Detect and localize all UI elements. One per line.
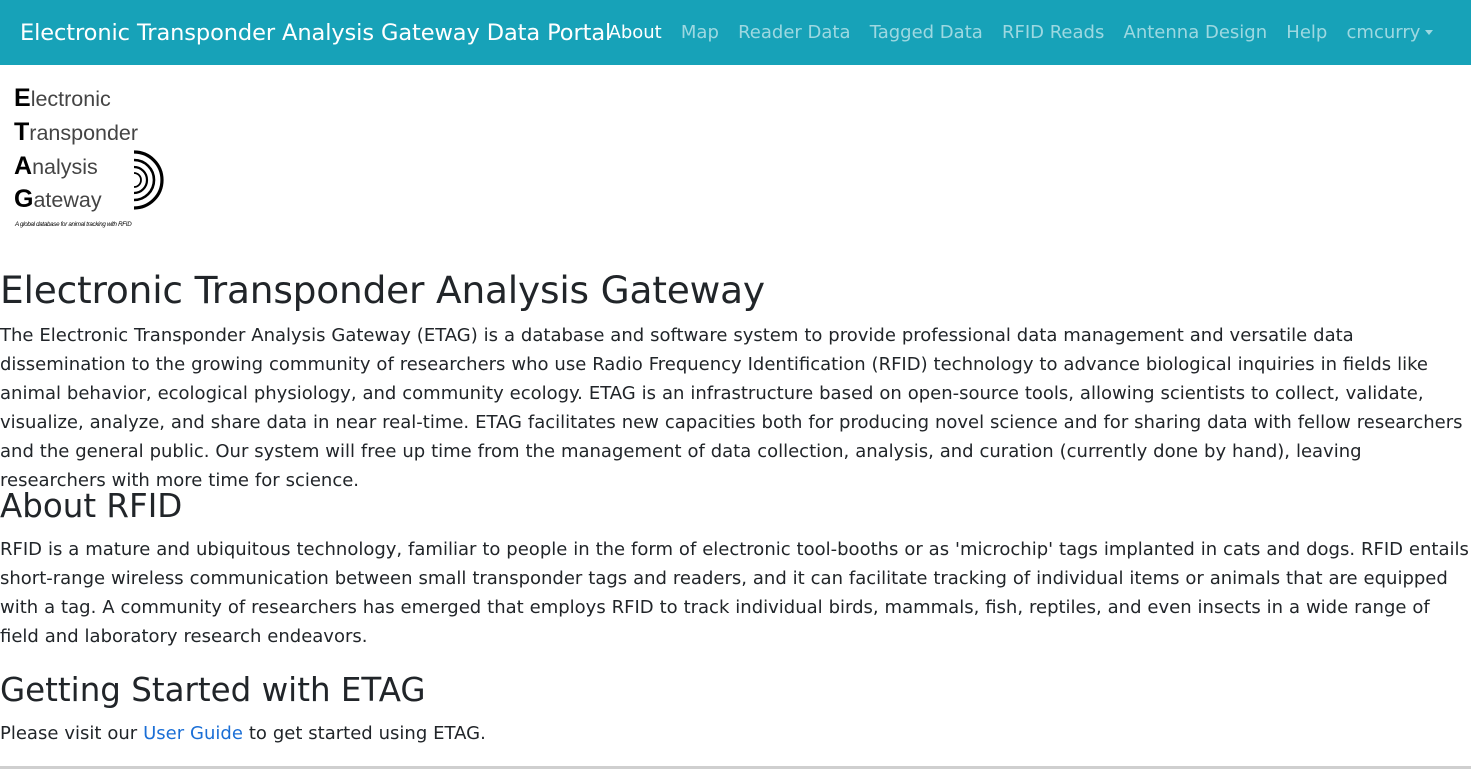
getting-started-suffix: to get started using ETAG. xyxy=(242,723,486,744)
getting-started-prefix: Please visit our xyxy=(0,723,144,744)
user-guide-link[interactable]: User Guide xyxy=(143,723,243,744)
caret-down-icon xyxy=(1425,30,1434,35)
nav-link-map[interactable]: Map xyxy=(671,22,728,43)
top-navbar: Electronic Transponder Analysis Gateway … xyxy=(0,0,1471,65)
nav-link-help[interactable]: Help xyxy=(1277,22,1337,43)
rfid-waves-icon xyxy=(133,150,164,210)
nav-link-tagged-data[interactable]: Tagged Data xyxy=(860,22,992,43)
logo-line-transponder: Transponder xyxy=(14,118,139,146)
etag-logo: Electronic Transponder Analysis Gateway … xyxy=(14,82,174,234)
about-rfid-paragraph: RFID is a mature and ubiquitous technolo… xyxy=(0,539,1469,647)
page-title: Electronic Transponder Analysis Gateway xyxy=(0,268,765,312)
nav-link-rfid-reads[interactable]: RFID Reads xyxy=(992,22,1114,43)
nav-link-antenna-design[interactable]: Antenna Design xyxy=(1114,22,1277,43)
nav-links: About Map Reader Data Tagged Data RFID R… xyxy=(599,0,1443,65)
about-rfid-heading: About RFID xyxy=(0,487,183,525)
user-menu-dropdown[interactable]: cmcurry xyxy=(1337,22,1443,43)
logo-line-analysis: Analysis xyxy=(14,152,98,180)
nav-link-reader-data[interactable]: Reader Data xyxy=(729,22,861,43)
intro-paragraph: The Electronic Transponder Analysis Gate… xyxy=(0,325,1463,491)
logo-line-gateway: Gateway xyxy=(14,185,102,213)
getting-started-heading: Getting Started with ETAG xyxy=(0,671,426,709)
navbar-brand[interactable]: Electronic Transponder Analysis Gateway … xyxy=(20,0,611,65)
logo-line-electronic: Electronic xyxy=(14,84,111,112)
getting-started-paragraph: Please visit our User Guide to get start… xyxy=(0,719,1471,748)
nav-link-about[interactable]: About xyxy=(599,22,671,43)
user-menu-label: cmcurry xyxy=(1346,22,1421,43)
logo-tagline: A global database for animal tracking wi… xyxy=(15,221,132,228)
